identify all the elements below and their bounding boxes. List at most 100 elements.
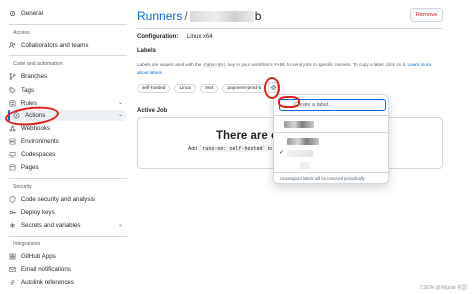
blankslate-code: `runs-on: self-hosted`	[198, 146, 267, 152]
breadcrumb: Runners / b	[137, 8, 261, 24]
sidebar-item-label: Rules	[21, 100, 37, 107]
sidebar-item-rules[interactable]: Rules	[8, 98, 37, 109]
blankslate-description: Add `runs-on: self-hosted` to your	[188, 146, 283, 152]
sidebar-section-title: Security	[13, 184, 32, 190]
gear-icon	[8, 10, 16, 18]
sidebar-item-label: Pages	[21, 164, 39, 171]
breadcrumb-runners-link[interactable]: Runners	[137, 9, 182, 23]
redacted-runner-name	[189, 10, 254, 22]
breadcrumb-separator: /	[184, 9, 188, 23]
sidebar-item-label: General	[21, 10, 44, 17]
sidebar-item-label: Environments	[21, 138, 59, 145]
sidebar-item-secrets[interactable]: Secrets and variables	[8, 220, 81, 231]
server-icon	[8, 138, 16, 146]
configuration-row: Configuration: Linux x64	[137, 34, 213, 40]
link-icon	[8, 279, 16, 287]
labels-heading: Labels	[137, 48, 157, 54]
configuration-label: Configuration:	[137, 34, 179, 40]
runner-name-tail: b	[254, 9, 262, 23]
sidebar-item-email-notifications[interactable]: Email notifications	[8, 264, 71, 275]
sidebar-item-label: Branches	[21, 73, 48, 80]
redacted-label	[284, 121, 314, 128]
sidebar-item-collaborators[interactable]: Collaborators and teams	[8, 40, 88, 51]
chevron-down-icon[interactable]: ⌄	[118, 221, 123, 228]
shield-icon	[8, 196, 16, 204]
sidebar-item-label: Tags	[21, 87, 35, 94]
mail-icon	[8, 266, 16, 274]
header-divider	[137, 28, 443, 29]
dropdown-option[interactable]	[274, 118, 390, 131]
runner-detail-panel: Runners / b Remove Configuration: Linux …	[137, 0, 474, 294]
label-chips: self-hosted Linux X64 payment-prod-b	[137, 84, 267, 93]
label-chip[interactable]: X64	[199, 84, 219, 93]
dropdown-footer-note: Unassigned labels will be removed period…	[280, 176, 365, 181]
sidebar-item-label: Email notifications	[21, 266, 71, 273]
sidebar-item-github-apps[interactable]: GitHub Apps	[8, 251, 56, 262]
sidebar-divider	[9, 178, 127, 179]
configuration-value: Linux x64	[187, 34, 213, 40]
asterisk-icon	[8, 222, 16, 230]
label-chip[interactable]: payment-prod-b	[222, 84, 267, 93]
branch-icon	[8, 73, 16, 81]
sidebar-section-title: Integrations	[13, 241, 41, 247]
sidebar-item-general[interactable]: General	[8, 8, 43, 19]
tag-icon	[8, 87, 16, 95]
sidebar-item-environments[interactable]: Environments	[8, 136, 59, 147]
sidebar-section-title: Code and automation	[13, 61, 63, 67]
labels-desc-code: runs-on:	[202, 63, 227, 68]
active-job-heading: Active Job	[137, 108, 168, 114]
labels-desc-text: Labels are values used with the	[137, 62, 202, 67]
sidebar-item-branches[interactable]: Branches	[8, 71, 47, 82]
key-icon	[8, 209, 16, 217]
labels-desc-text: key in your workflow's YAML to send jobs…	[228, 62, 407, 67]
sidebar-item-label: Secrets and variables	[21, 222, 81, 229]
sidebar-item-label: Deploy keys	[21, 209, 55, 216]
rules-icon	[8, 100, 16, 108]
sidebar-item-label: GitHub Apps	[21, 253, 56, 260]
settings-sidebar: General Access Collaborators and teams C…	[0, 0, 128, 294]
watermark: CSDN @Allgoal 花园	[420, 285, 468, 291]
remove-runner-button[interactable]: Remove	[410, 8, 443, 22]
label-chip[interactable]: self-hosted	[137, 84, 171, 93]
sidebar-item-deploy-keys[interactable]: Deploy keys	[8, 207, 55, 218]
sidebar-active-indicator	[8, 110, 10, 121]
dropdown-divider	[274, 172, 390, 173]
sidebar-item-tags[interactable]: Tags	[8, 85, 34, 96]
sidebar-item-webhooks[interactable]: Webhooks	[8, 123, 50, 134]
redacted-label	[287, 138, 319, 145]
apps-icon	[8, 253, 16, 261]
redacted-label	[287, 150, 313, 157]
chevron-down-icon[interactable]: ⌄	[118, 111, 123, 118]
webhook-icon	[8, 125, 16, 133]
sidebar-item-label: Autolink references	[21, 279, 74, 286]
labels-dropdown: Create a label... ✓ Unassigned labels wi…	[273, 94, 390, 184]
codespaces-icon	[8, 151, 16, 159]
chevron-down-icon[interactable]: ⌄	[118, 99, 123, 106]
dropdown-option[interactable]	[274, 159, 390, 172]
blankslate-text: Add	[188, 146, 197, 152]
sidebar-divider	[9, 236, 127, 237]
sidebar-item-label: Actions	[25, 112, 46, 119]
sidebar-item-actions[interactable]: Actions	[12, 110, 45, 121]
browser-icon	[8, 164, 16, 172]
play-icon	[12, 112, 20, 120]
dropdown-divider	[274, 115, 390, 116]
sidebar-item-label: Webhooks	[21, 125, 51, 132]
sidebar-item-label: Code security and analysis	[21, 196, 95, 203]
sidebar-section-title: Access	[13, 30, 30, 36]
sidebar-item-pages[interactable]: Pages	[8, 162, 39, 173]
sidebar-item-autolink-references[interactable]: Autolink references	[8, 277, 74, 288]
labels-description: Labels are values used with the runs-on:…	[137, 62, 443, 76]
edit-labels-button[interactable]	[268, 82, 278, 93]
sidebar-item-code-security[interactable]: Code security and analysis	[8, 194, 95, 205]
sidebar-item-label: Collaborators and teams	[21, 42, 89, 49]
label-chip[interactable]: Linux	[174, 84, 196, 93]
people-icon	[8, 42, 16, 50]
redacted-label	[300, 162, 310, 169]
sidebar-divider	[9, 55, 127, 56]
gear-icon	[270, 84, 277, 91]
sidebar-item-label: Codespaces	[21, 151, 56, 158]
sidebar-item-codespaces[interactable]: Codespaces	[8, 149, 55, 160]
create-label-input[interactable]: Create a label...	[279, 99, 386, 111]
check-icon: ✓	[279, 150, 285, 156]
